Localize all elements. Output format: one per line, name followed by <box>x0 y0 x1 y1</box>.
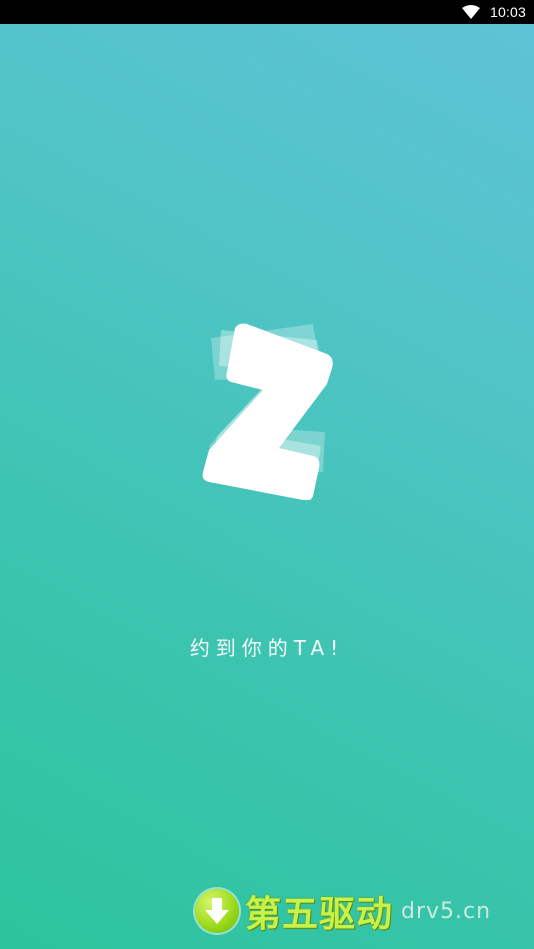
wifi-icon <box>461 4 482 20</box>
status-bar: 10:03 <box>0 0 534 24</box>
watermark: 第五驱动 drv5.cn <box>195 887 491 935</box>
download-arrow-icon <box>195 889 239 933</box>
z-logo-icon <box>195 300 340 501</box>
watermark-domain: drv5.cn <box>401 898 492 924</box>
status-time: 10:03 <box>489 4 526 20</box>
watermark-title: 第五驱动 <box>245 894 394 935</box>
splash-screen: 约到你的TA! 第五驱动 drv5.cn <box>0 24 534 949</box>
tagline-text: 约到你的TA! <box>189 636 345 660</box>
